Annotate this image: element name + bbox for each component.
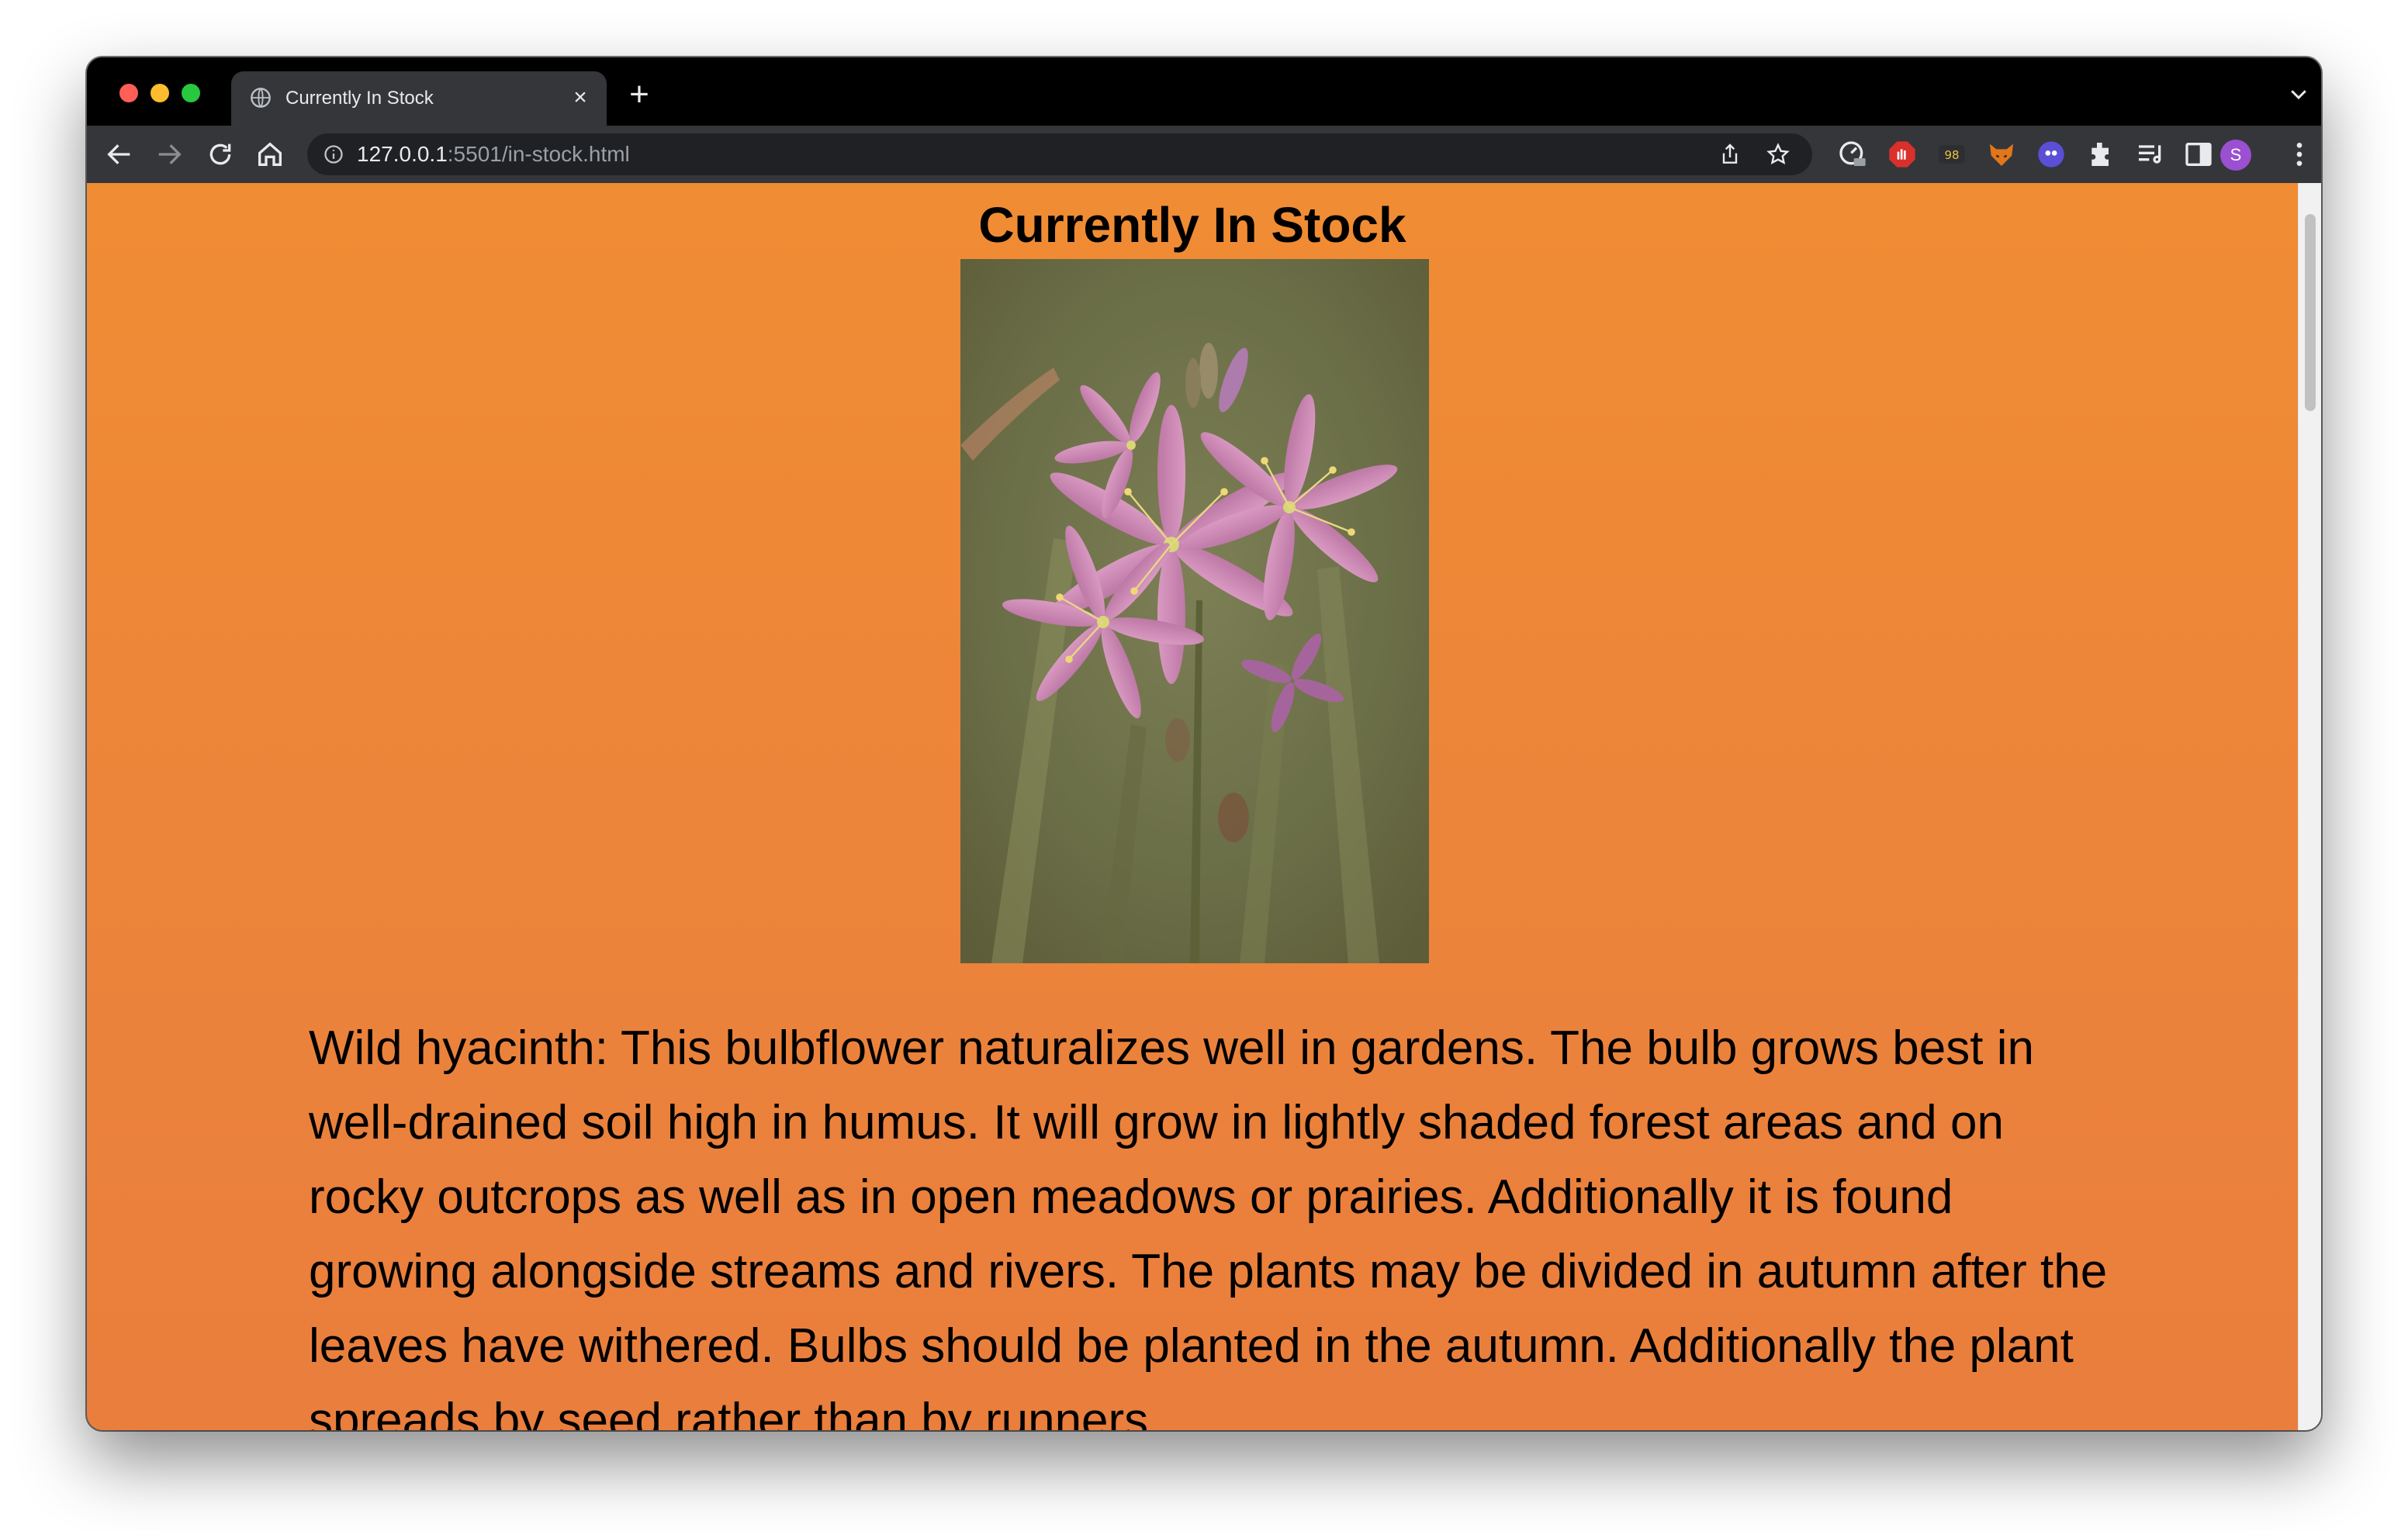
fox-extension-icon[interactable]: [1986, 139, 2017, 170]
info-icon[interactable]: [323, 143, 344, 165]
extensions-icon[interactable]: [2085, 139, 2116, 170]
reload-icon[interactable]: [205, 139, 236, 170]
minimize-window-button[interactable]: [150, 84, 169, 102]
svg-text:98: 98: [1944, 148, 1959, 162]
adblock-extension-icon[interactable]: [1887, 139, 1918, 170]
ghost-extension-icon[interactable]: [2036, 139, 2067, 170]
speed-dial-extension-icon[interactable]: [1837, 139, 1868, 170]
plant-description: Wild hyacinth: This bulbflower naturaliz…: [309, 1021, 2108, 1430]
profile-avatar[interactable]: S: [2220, 140, 2251, 171]
close-window-button[interactable]: [119, 84, 138, 102]
url-text[interactable]: 127.0.0.1:5501/in-stock.html: [357, 143, 630, 166]
tab-strip: Currently In Stock × +: [87, 57, 2321, 126]
new-tab-button[interactable]: +: [622, 78, 656, 112]
browser-toolbar: 127.0.0.1:5501/in-stock.html 98 S: [87, 126, 2321, 183]
back-arrow-icon[interactable]: [104, 139, 135, 170]
more-menu-icon[interactable]: [2284, 139, 2315, 170]
wild-hyacinth-photo: [960, 259, 1429, 963]
share-icon[interactable]: [1718, 142, 1742, 167]
forward-arrow-icon[interactable]: [154, 139, 185, 170]
tab-search-icon[interactable]: [2287, 82, 2310, 105]
star-icon[interactable]: [1766, 142, 1790, 167]
maximize-window-button[interactable]: [182, 84, 200, 102]
reading-list-icon[interactable]: [2135, 139, 2166, 170]
side-panel-icon[interactable]: [2183, 139, 2214, 170]
browser-window: Currently In Stock × + 127.0.0.1:5501/in…: [87, 57, 2321, 1430]
url-host: 127.0.0.1: [357, 142, 448, 166]
scrollbar-thumb[interactable]: [2305, 214, 2316, 411]
page-viewport: Currently In Stock Wild hyacinth: This b…: [87, 183, 2321, 1430]
home-icon[interactable]: [254, 139, 285, 170]
tab-close-button[interactable]: ×: [568, 85, 593, 110]
vertical-scrollbar[interactable]: [2298, 183, 2321, 1430]
page-title: Currently In Stock: [978, 197, 1406, 253]
globe-icon: [251, 88, 271, 108]
address-bar[interactable]: 127.0.0.1:5501/in-stock.html: [307, 133, 1812, 175]
tab-title: Currently In Stock: [285, 88, 434, 109]
extension-98-icon[interactable]: 98: [1936, 139, 1967, 170]
active-tab[interactable]: Currently In Stock ×: [231, 71, 607, 126]
url-path: :5501/in-stock.html: [447, 142, 630, 166]
